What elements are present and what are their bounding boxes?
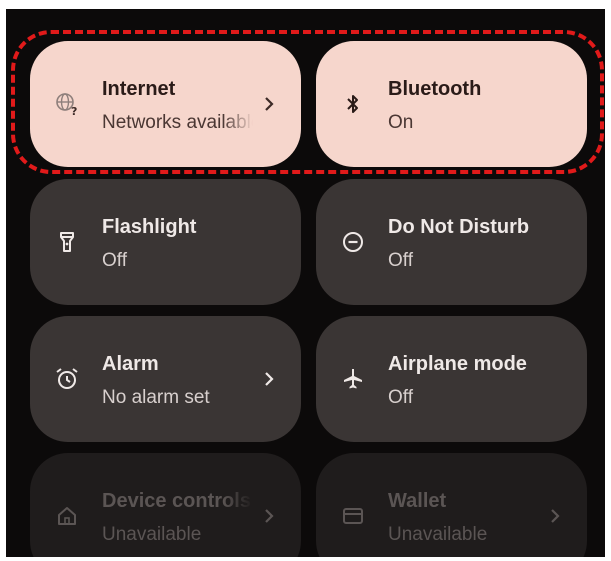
svg-text:?: ? [71, 105, 77, 117]
tile-device-controls[interactable]: Device controls Unavailable [30, 453, 301, 557]
tile-airplane-mode[interactable]: Airplane mode Off [316, 316, 587, 442]
tile-title: Alarm [102, 353, 159, 375]
home-icon [54, 503, 80, 529]
chevron-right-icon[interactable] [261, 94, 277, 114]
tile-flashlight[interactable]: Flashlight Off [30, 179, 301, 305]
airplane-icon [340, 366, 366, 392]
tile-subtitle: Unavailable [102, 524, 202, 545]
tile-bluetooth[interactable]: Bluetooth On [316, 41, 587, 167]
tile-title: Do Not Disturb [388, 216, 530, 238]
tile-subtitle: No alarm set [102, 387, 210, 408]
tile-subtitle: Off [388, 250, 413, 271]
tile-wallet[interactable]: Wallet Unavailable [316, 453, 587, 557]
tile-title: Airplane mode [388, 353, 527, 375]
wifi-question-icon: ? [54, 91, 80, 117]
chevron-right-icon[interactable] [547, 506, 563, 526]
wallet-icon [340, 503, 366, 529]
flashlight-icon [54, 229, 80, 255]
tile-internet[interactable]: ? Internet Networks available [30, 41, 301, 167]
do-not-disturb-icon [340, 229, 366, 255]
chevron-right-icon[interactable] [261, 369, 277, 389]
tile-subtitle: Networks available [102, 112, 253, 133]
tile-subtitle: Off [102, 250, 127, 271]
tile-subtitle: On [388, 112, 414, 133]
tile-title: Flashlight [102, 216, 197, 238]
chevron-right-icon[interactable] [261, 506, 277, 526]
tile-subtitle: Unavailable [388, 524, 488, 545]
alarm-icon [54, 366, 80, 392]
quick-settings-panel: ? Internet Networks available Bluetooth … [6, 9, 605, 557]
tile-title: Bluetooth [388, 78, 482, 100]
tile-alarm[interactable]: Alarm No alarm set [30, 316, 301, 442]
tile-title: Device controls [102, 490, 251, 512]
tile-title: Internet [102, 78, 176, 100]
bluetooth-icon [340, 91, 366, 117]
tile-do-not-disturb[interactable]: Do Not Disturb Off [316, 179, 587, 305]
tile-title: Wallet [388, 490, 447, 512]
tile-subtitle: Off [388, 387, 413, 408]
